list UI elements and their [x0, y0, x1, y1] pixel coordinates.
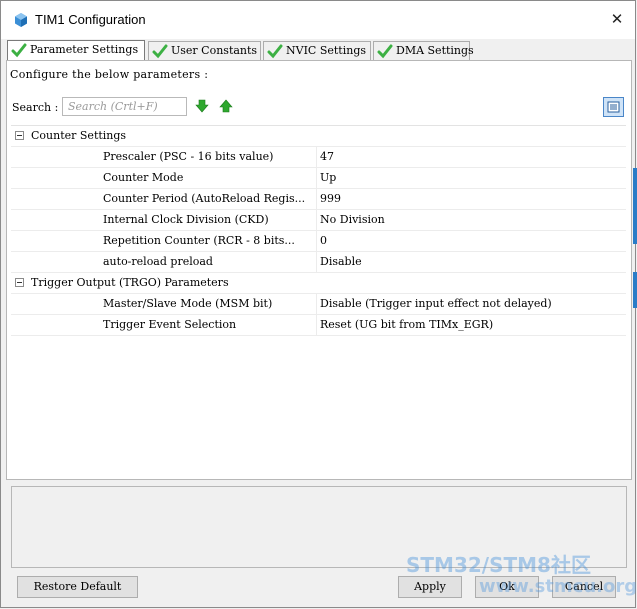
table-row[interactable]: auto-reload preload Disable: [11, 252, 626, 273]
param-name: Prescaler (PSC - 16 bits value): [103, 150, 274, 163]
description-panel: [11, 486, 627, 568]
collapse-icon[interactable]: [15, 278, 24, 287]
column-divider: [316, 252, 317, 272]
config-dialog: TIM1 Configuration ✕ Parameter Settings …: [0, 0, 637, 608]
tab-parameter-settings[interactable]: Parameter Settings: [7, 40, 145, 61]
param-value[interactable]: Disable: [320, 255, 620, 268]
search-input[interactable]: [62, 97, 187, 116]
param-name: Repetition Counter (RCR - 8 bits...: [103, 234, 295, 247]
list-view-icon: [607, 101, 620, 113]
table-row[interactable]: Master/Slave Mode (MSM bit) Disable (Tri…: [11, 294, 626, 315]
tab-user-constants[interactable]: User Constants: [148, 41, 261, 60]
table-row[interactable]: Counter Mode Up: [11, 168, 626, 189]
search-label: Search :: [12, 101, 59, 114]
param-value[interactable]: 0: [320, 234, 620, 247]
restore-default-button[interactable]: Restore Default: [17, 576, 138, 598]
column-divider: [316, 231, 317, 251]
configure-label: Configure the below parameters :: [10, 68, 209, 81]
tab-dma-settings[interactable]: DMA Settings: [373, 41, 474, 60]
arrow-down-icon[interactable]: [195, 99, 209, 113]
table-row[interactable]: Trigger Event Selection Reset (UG bit fr…: [11, 315, 626, 336]
window-title: TIM1 Configuration: [35, 12, 146, 27]
arrow-up-icon[interactable]: [219, 99, 233, 113]
background-window-edge: [633, 272, 637, 308]
param-value[interactable]: Reset (UG bit from TIMx_EGR): [320, 318, 620, 331]
list-view-toggle-button[interactable]: [603, 97, 624, 117]
column-divider: [316, 210, 317, 230]
tab-label: NVIC Settings: [286, 44, 367, 57]
param-name: Internal Clock Division (CKD): [103, 213, 269, 226]
column-divider: [316, 294, 317, 314]
cube-app-icon: [15, 13, 27, 27]
param-name: Master/Slave Mode (MSM bit): [103, 297, 273, 310]
param-value[interactable]: Up: [320, 171, 620, 184]
ok-button[interactable]: Ok: [475, 576, 539, 598]
green-check-icon: [267, 44, 283, 59]
collapse-icon[interactable]: [15, 131, 24, 140]
table-row[interactable]: Internal Clock Division (CKD) No Divisio…: [11, 210, 626, 231]
tab-label: DMA Settings: [396, 44, 474, 57]
tab-label: User Constants: [171, 44, 258, 57]
param-name: auto-reload preload: [103, 255, 213, 268]
column-divider: [316, 147, 317, 167]
column-divider: [316, 168, 317, 188]
param-name: Counter Mode: [103, 171, 184, 184]
table-row[interactable]: Prescaler (PSC - 16 bits value) 47: [11, 147, 626, 168]
param-name: Trigger Event Selection: [103, 318, 237, 331]
green-check-icon: [11, 43, 27, 58]
cancel-button[interactable]: Cancel: [552, 576, 616, 598]
param-name: Counter Period (AutoReload Regis...: [103, 192, 306, 205]
table-row[interactable]: Repetition Counter (RCR - 8 bits... 0: [11, 231, 626, 252]
section-title: Counter Settings: [31, 129, 127, 142]
section-title: Trigger Output (TRGO) Parameters: [31, 276, 229, 289]
column-divider: [316, 315, 317, 335]
tab-label: Parameter Settings: [30, 43, 139, 56]
column-divider: [316, 189, 317, 209]
green-check-icon: [152, 44, 168, 59]
section-row-trigger-output[interactable]: Trigger Output (TRGO) Parameters: [11, 273, 626, 294]
param-value[interactable]: 47: [320, 150, 620, 163]
param-value[interactable]: Disable (Trigger input effect not delaye…: [320, 297, 620, 310]
table-row[interactable]: Counter Period (AutoReload Regis... 999: [11, 189, 626, 210]
param-value[interactable]: 999: [320, 192, 620, 205]
parameter-grid: Counter Settings Prescaler (PSC - 16 bit…: [11, 125, 626, 336]
apply-button[interactable]: Apply: [398, 576, 462, 598]
background-window-edge: [633, 168, 637, 244]
section-row-counter-settings[interactable]: Counter Settings: [11, 126, 626, 147]
green-check-icon: [377, 44, 393, 59]
title-bar: TIM1 Configuration ✕: [1, 1, 635, 39]
param-value[interactable]: No Division: [320, 213, 620, 226]
close-button[interactable]: ✕: [599, 1, 635, 39]
tab-nvic-settings[interactable]: NVIC Settings: [263, 41, 371, 60]
